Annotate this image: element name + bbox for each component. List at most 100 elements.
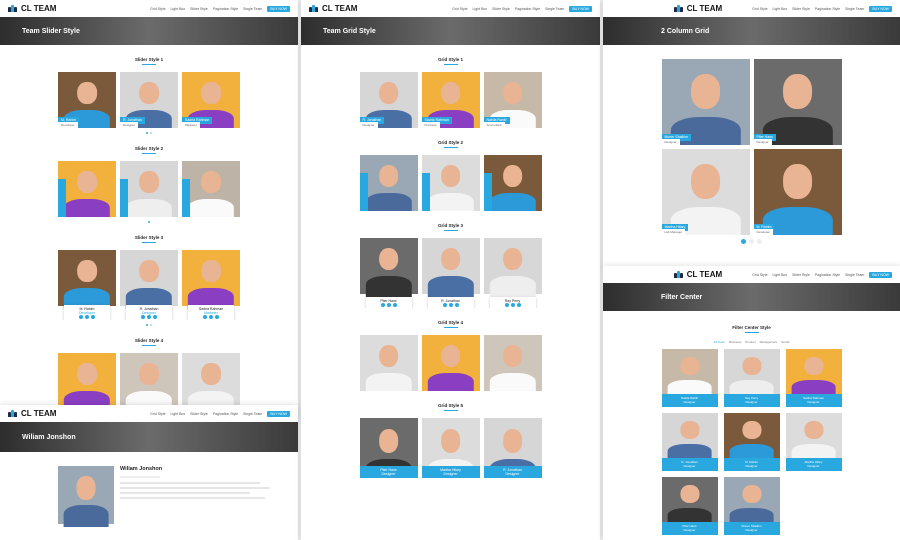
slider-dots[interactable]	[0, 221, 298, 223]
team-card[interactable]	[483, 155, 542, 211]
team-card[interactable]: M. Rahim Developer	[58, 72, 116, 128]
filter-tab-business[interactable]: Business	[729, 340, 741, 344]
filter-tab-management[interactable]: Management	[760, 340, 778, 344]
team-card[interactable]: R. Jonathan Designer	[120, 72, 178, 128]
brand-logo[interactable]: CL TEAM	[8, 4, 56, 13]
menu-item-grid[interactable]: Grid Style	[752, 273, 767, 277]
slider-dots[interactable]	[0, 324, 298, 326]
menu-item-lightbox[interactable]: Light Box	[473, 7, 488, 11]
top-nav: CL TEAM Grid Style Light Box Slider Styl…	[0, 405, 298, 422]
team-card[interactable]: Ray Perry	[483, 238, 542, 308]
menu-item-lightbox[interactable]: Light Box	[773, 7, 788, 11]
team-card[interactable]: Martha Hilary Designer	[421, 418, 480, 478]
team-card[interactable]: Piter Hans Designer	[359, 418, 418, 478]
team-logo-icon	[673, 5, 684, 12]
team-card[interactable]: Moner Shaikim Designer	[661, 59, 750, 145]
page-hero: Filter Center	[603, 283, 900, 311]
team-card[interactable]: R. Jonathan	[421, 238, 480, 308]
team-card[interactable]: R. Jonathan Designer	[359, 72, 418, 128]
menu-item-slider[interactable]: Slider Style	[492, 7, 510, 11]
menu-item-lightbox[interactable]: Light Box	[171, 7, 186, 11]
team-card[interactable]	[421, 155, 480, 211]
buy-now-button[interactable]: BUY NOW	[569, 5, 592, 12]
team-card[interactable]	[58, 353, 116, 409]
team-logo-icon	[8, 5, 18, 12]
menu-item-slider[interactable]: Slider Style	[190, 7, 208, 11]
menu-item-pagination[interactable]: Pagination Style	[515, 7, 540, 11]
section-divider	[142, 153, 156, 154]
menu-item-slider[interactable]: Slider Style	[792, 7, 810, 11]
menu-item-single[interactable]: Single Team	[845, 7, 864, 11]
menu-item-pagination[interactable]: Pagination Style	[815, 7, 840, 11]
team-card[interactable]	[359, 155, 418, 211]
team-card[interactable]	[120, 353, 178, 409]
page-hero: 2 Column Grid	[603, 17, 900, 45]
team-card[interactable]: Piter Hans Designer	[661, 477, 718, 535]
menu-item-slider[interactable]: Slider Style	[190, 412, 208, 416]
brand-logo[interactable]: CL TEAM	[673, 270, 722, 279]
filter-tab-product[interactable]: Product	[745, 340, 755, 344]
buy-now-button[interactable]: BUY NOW	[869, 271, 892, 278]
team-card[interactable]: Moner Shaikim Designer	[723, 477, 780, 535]
team-card[interactable]: Piter Hans Designer	[753, 59, 842, 145]
team-card[interactable]: Piter Hans	[359, 238, 418, 308]
filter-tab-social[interactable]: Social	[781, 340, 789, 344]
team-card[interactable]: Sadria Rahman Producer	[421, 72, 480, 128]
team-card[interactable]: Sadria Rahman Designer	[785, 349, 842, 407]
brand-logo[interactable]: CL TEAM	[8, 409, 56, 418]
team-card[interactable]	[359, 335, 418, 391]
team-card[interactable]: R. Jonathan Designer	[661, 413, 718, 471]
menu-item-grid[interactable]: Grid Style	[752, 7, 767, 11]
menu-item-single[interactable]: Single Team	[243, 412, 262, 416]
brand-logo[interactable]: CL TEAM	[309, 4, 357, 13]
menu-item-pagination[interactable]: Pagination Style	[815, 273, 840, 277]
grid-row: Piter Hans R. Jonathan Ray Perry	[301, 238, 600, 308]
team-card[interactable]: Ray Perry Designer	[723, 349, 780, 407]
section-divider	[443, 147, 458, 148]
buy-now-button[interactable]: BUY NOW	[869, 5, 892, 12]
team-card[interactable]	[182, 353, 240, 409]
team-card[interactable]: Nabila Rahib Accountant	[483, 72, 542, 128]
social-icons[interactable]	[366, 303, 412, 307]
slider-row: M. Rahim Developer R. Jonathan Designer Sa…	[0, 250, 298, 320]
team-card[interactable]: M. Rahim Designer	[723, 413, 780, 471]
social-icons[interactable]	[428, 303, 474, 307]
menu-item-grid[interactable]: Grid Style	[452, 7, 467, 11]
menu-item-lightbox[interactable]: Light Box	[773, 273, 788, 277]
slider-dots[interactable]	[0, 132, 298, 134]
social-icons[interactable]	[64, 315, 110, 319]
menu-item-single[interactable]: Single Team	[243, 7, 262, 11]
team-card[interactable]	[421, 335, 480, 391]
team-card[interactable]	[58, 161, 116, 217]
menu-item-single[interactable]: Single Team	[845, 273, 864, 277]
buy-now-button[interactable]: BUY NOW	[267, 5, 290, 12]
menu-item-pagination[interactable]: Pagination Style	[213, 412, 238, 416]
social-icons[interactable]	[490, 303, 536, 307]
buy-now-button[interactable]: BUY NOW	[267, 410, 290, 417]
team-card[interactable]: R. Jonathan Designer	[120, 250, 178, 320]
pagination[interactable]	[603, 239, 900, 244]
team-card[interactable]	[182, 161, 240, 217]
team-card[interactable]: Nabila Rahib Designer	[661, 349, 718, 407]
filter-tab-all[interactable]: All Team	[714, 340, 725, 344]
menu-item-pagination[interactable]: Pagination Style	[213, 7, 238, 11]
page-hero: Team Grid Style	[301, 17, 600, 45]
menu-item-single[interactable]: Single Team	[545, 7, 564, 11]
social-icons[interactable]	[126, 315, 172, 319]
team-card[interactable]: M. Rahim Developer	[753, 149, 842, 235]
menu-item-lightbox[interactable]: Light Box	[171, 412, 186, 416]
menu-item-slider[interactable]: Slider Style	[792, 273, 810, 277]
social-icons[interactable]	[188, 315, 234, 319]
team-card[interactable]: Martha Hilary Lab Manager	[661, 149, 750, 235]
team-card[interactable]	[483, 335, 542, 391]
team-card[interactable]	[120, 161, 178, 217]
team-card[interactable]: Martha Hilary Designer	[785, 413, 842, 471]
team-card[interactable]: R. Jonathan Designer	[483, 418, 542, 478]
team-card[interactable]: Sadria Rahman Marketer	[182, 250, 240, 320]
brand-logo[interactable]: CL TEAM	[673, 4, 722, 13]
menu-item-grid[interactable]: Grid Style	[150, 7, 165, 11]
team-card[interactable]: Sadria Rahman Marketer	[182, 72, 240, 128]
slider-row	[0, 161, 298, 217]
menu-item-grid[interactable]: Grid Style	[150, 412, 165, 416]
team-card[interactable]: M. Rahim Developer	[58, 250, 116, 320]
